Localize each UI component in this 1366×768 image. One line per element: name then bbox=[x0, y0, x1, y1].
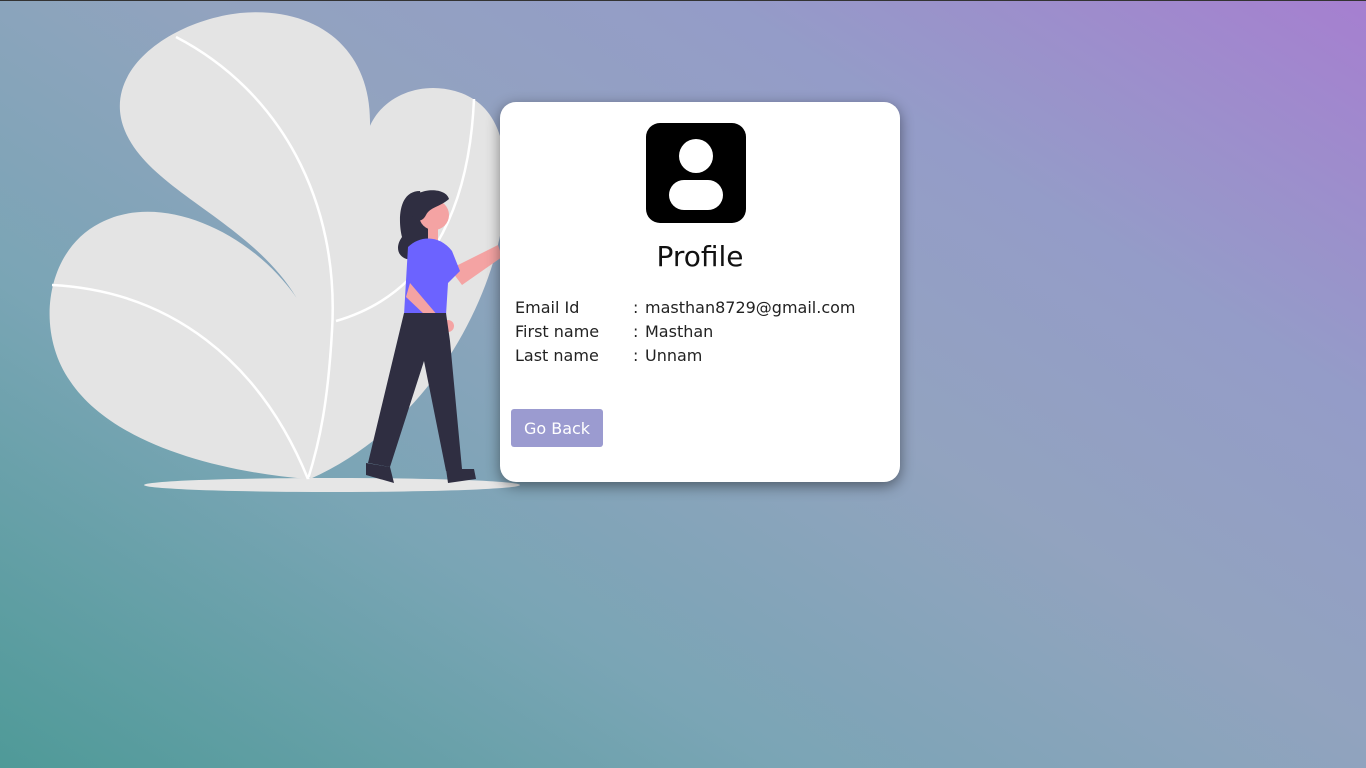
email-separator: : bbox=[633, 298, 639, 317]
go-back-button[interactable]: Go Back bbox=[511, 409, 603, 447]
email-row: Email Id : masthan8729@gmail.com bbox=[515, 298, 856, 322]
email-label: Email Id bbox=[515, 298, 580, 317]
page-title: Profile bbox=[656, 240, 744, 273]
first-name-row: First name : Masthan bbox=[515, 322, 856, 346]
first-name-label: First name bbox=[515, 322, 600, 341]
last-name-label: Last name bbox=[515, 346, 599, 365]
user-avatar-icon bbox=[646, 123, 746, 223]
last-name-value: Unnam bbox=[645, 346, 703, 365]
first-name-separator: : bbox=[633, 322, 639, 341]
profile-card: Profile Email Id : masthan8729@gmail.com… bbox=[500, 102, 900, 482]
woman-with-plant-illustration bbox=[0, 1, 560, 501]
last-name-row: Last name : Unnam bbox=[515, 346, 856, 370]
last-name-separator: : bbox=[633, 346, 639, 365]
profile-details: Email Id : masthan8729@gmail.com First n… bbox=[515, 298, 856, 370]
first-name-value: Masthan bbox=[645, 322, 714, 341]
email-value: masthan8729@gmail.com bbox=[645, 298, 856, 317]
